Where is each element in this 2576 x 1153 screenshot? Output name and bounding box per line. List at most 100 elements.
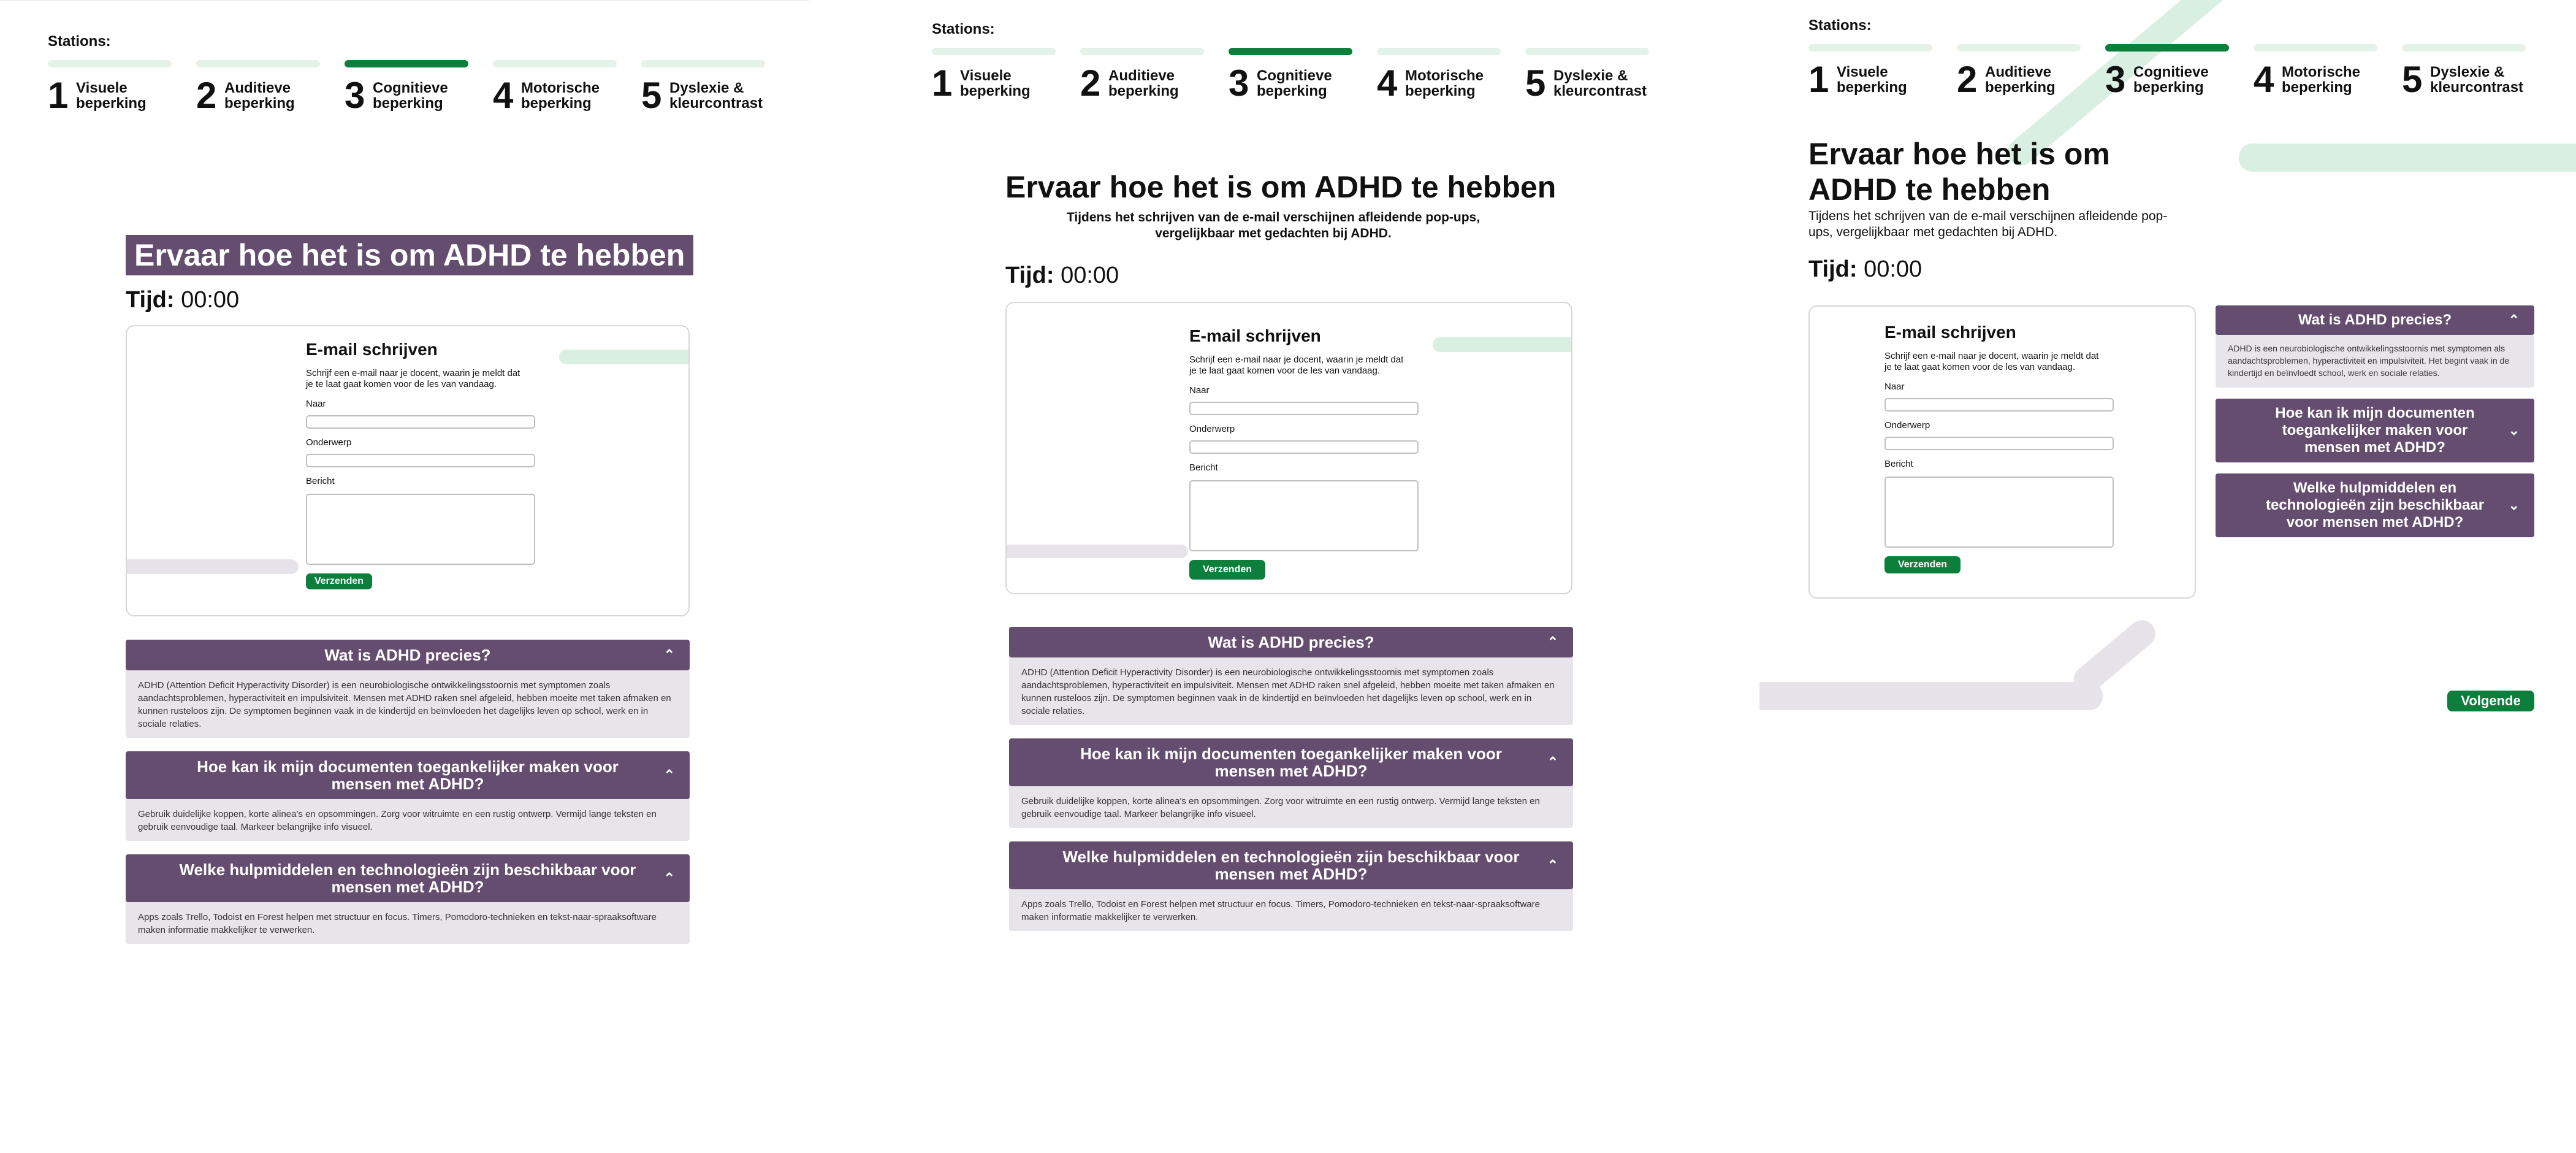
form-title: E-mail schrijven	[1884, 323, 2016, 342]
faq-answer: ADHD (Attention Deficit Hyperactivity Di…	[138, 680, 671, 729]
station-1[interactable]: 1 Visuele beperking	[932, 48, 1056, 102]
email-card: E-mail schrijven Schrijf een e-mail naar…	[1808, 305, 2196, 599]
decorative-stripe	[1759, 682, 2103, 710]
station-label: Cognitieve beperking	[373, 80, 448, 112]
faq-question[interactable]: Hoe kan ik mijn documenten toegankelijke…	[2216, 399, 2534, 462]
chevron-up-icon: ⌃	[1547, 754, 1558, 770]
subject-field[interactable]	[1884, 437, 2114, 450]
to-field[interactable]	[1189, 402, 1419, 415]
station-progress-bar	[1957, 44, 2081, 52]
faq-answer: ADHD (Attention Deficit Hyperactivity Di…	[1021, 667, 1555, 716]
faq-question[interactable]: Wat is ADHD precies? ⌃	[1009, 627, 1573, 657]
chevron-up-icon: ⌃	[1547, 634, 1558, 649]
form-title: E-mail schrijven	[306, 340, 438, 359]
send-button[interactable]: Verzenden	[306, 573, 372, 589]
station-1[interactable]: 1 Visuele beperking	[48, 60, 172, 114]
station-4[interactable]: 4 Motorische beperking	[2254, 44, 2377, 98]
station-progress-bar	[2254, 44, 2377, 52]
station-3[interactable]: 3 Cognitieve beperking	[1229, 48, 1352, 102]
layout-variant-3: Stations: 1 Visuele beperking 2 Auditieve be…	[1759, 0, 2576, 1153]
page-title: Ervaar hoe het is om ADHD te hebben	[1005, 170, 1557, 204]
chevron-up-icon: ⌃	[2508, 312, 2520, 328]
station-label: Cognitieve beperking	[1257, 67, 1332, 99]
send-button[interactable]: Verzenden	[1884, 556, 1961, 573]
station-progress-bar	[1808, 44, 1932, 52]
message-label: Bericht	[306, 476, 335, 486]
faq-answer: Apps zoals Trello, Todoist en Forest hel…	[138, 912, 657, 935]
faq-question[interactable]: Hoe kan ik mijn documenten toegankelijke…	[1009, 738, 1573, 786]
station-number: 4	[1377, 63, 1398, 104]
timer: Tijd: 00:00	[1005, 262, 1119, 288]
station-label: Motorische beperking	[2282, 64, 2361, 96]
subject-field[interactable]	[1189, 440, 1419, 454]
to-field[interactable]	[306, 415, 535, 429]
station-3[interactable]: 3 Cognitieve beperking	[2105, 44, 2229, 98]
station-2[interactable]: 2 Auditieve beperking	[196, 60, 320, 114]
faq-item: Wat is ADHD precies? ⌃ ADHD (Attention De…	[126, 640, 690, 738]
send-button[interactable]: Verzenden	[1189, 560, 1265, 580]
timer-value: 00:00	[181, 287, 240, 313]
timer: Tijd: 00:00	[1808, 256, 1922, 282]
station-3[interactable]: 3 Cognitieve beperking	[345, 60, 468, 114]
station-2[interactable]: 2 Auditieve beperking	[1080, 48, 1204, 102]
station-number: 5	[641, 75, 662, 116]
station-4[interactable]: 4 Motorische beperking	[1377, 48, 1501, 102]
email-form: E-mail schrijven Schrijf een e-mail naar…	[1884, 323, 2114, 573]
faq-question[interactable]: Wat is ADHD precies? ⌃	[2216, 305, 2534, 335]
decorative-stripe	[1007, 545, 1188, 558]
station-number: 5	[1525, 63, 1546, 104]
station-progress-bar	[641, 60, 765, 67]
station-progress-bar	[932, 48, 1056, 55]
decorative-stripe	[559, 350, 688, 364]
station-progress-bar	[196, 60, 320, 67]
to-field[interactable]	[1884, 398, 2114, 412]
station-number: 1	[1808, 59, 1829, 100]
station-number: 4	[2254, 59, 2274, 100]
station-number: 3	[1229, 63, 1249, 104]
form-description: Schrijf een e-mail naar je docent, waari…	[1884, 351, 2099, 372]
faq-question[interactable]: Hoe kan ik mijn documenten toegankelijke…	[126, 751, 690, 799]
faq-accordion: Wat is ADHD precies? ⌃ ADHD (Attention De…	[1009, 627, 1573, 944]
station-progress-bar	[1377, 48, 1501, 55]
decorative-stripe	[2068, 615, 2161, 699]
faq-question[interactable]: Welke hulpmiddelen en technologieën zijn…	[1009, 841, 1573, 889]
station-number: 5	[2402, 59, 2423, 100]
message-field[interactable]	[306, 494, 535, 565]
faq-accordion: Wat is ADHD precies? ⌃ ADHD is een neurob…	[2216, 305, 2534, 551]
to-label: Naar	[1189, 385, 1210, 396]
station-label: Visuele beperking	[76, 80, 147, 112]
email-card: E-mail schrijven Schrijf een e-mail naar…	[1005, 302, 1572, 594]
faq-item: Welke hulpmiddelen en technologieën zijn…	[126, 854, 690, 944]
stations-title: Stations:	[1808, 17, 1872, 34]
chevron-down-icon: ⌄	[2508, 497, 2520, 513]
station-5[interactable]: 5 Dyslexie & kleurcontrast	[641, 60, 765, 114]
subject-field[interactable]	[306, 454, 535, 467]
stations-nav: Stations: 1 Visuele beperking 2 Auditieve be…	[1808, 17, 2526, 98]
subject-label: Onderwerp	[1884, 420, 1930, 431]
page-subtitle: Tijdens het schrijven van de e-mail vers…	[1808, 209, 2168, 239]
station-label: Visuele beperking	[1837, 64, 1907, 96]
station-number: 3	[2105, 59, 2126, 100]
message-field[interactable]	[1189, 480, 1419, 551]
station-label: Dyslexie & kleurcontrast	[669, 80, 763, 112]
station-label: Visuele beperking	[960, 67, 1031, 99]
station-5[interactable]: 5 Dyslexie & kleurcontrast	[2402, 44, 2526, 98]
form-description: Schrijf een e-mail naar je docent, waari…	[1189, 354, 1404, 376]
timer-value: 00:00	[1864, 256, 1922, 282]
next-button[interactable]: Volgende	[2447, 691, 2534, 711]
station-5[interactable]: 5 Dyslexie & kleurcontrast	[1525, 48, 1649, 102]
station-1[interactable]: 1 Visuele beperking	[1808, 44, 1932, 98]
faq-item: Hoe kan ik mijn documenten toegankelijke…	[2216, 399, 2534, 462]
stations-title: Stations:	[932, 21, 995, 37]
message-field[interactable]	[1884, 477, 2114, 548]
faq-question[interactable]: Wat is ADHD precies? ⌃	[126, 640, 690, 670]
faq-item: Welke hulpmiddelen en technologieën zijn…	[1009, 841, 1573, 931]
chevron-up-icon: ⌃	[663, 767, 675, 783]
station-4[interactable]: 4 Motorische beperking	[493, 60, 617, 114]
faq-answer: Gebruik duidelijke koppen, korte alinea'…	[1021, 796, 1540, 819]
faq-question[interactable]: Welke hulpmiddelen en technologieën zijn…	[126, 854, 690, 902]
chevron-up-icon: ⌃	[663, 870, 675, 886]
station-2[interactable]: 2 Auditieve beperking	[1957, 44, 2081, 98]
faq-question[interactable]: Welke hulpmiddelen en technologieën zijn…	[2216, 473, 2534, 537]
station-number: 2	[1957, 59, 1978, 100]
